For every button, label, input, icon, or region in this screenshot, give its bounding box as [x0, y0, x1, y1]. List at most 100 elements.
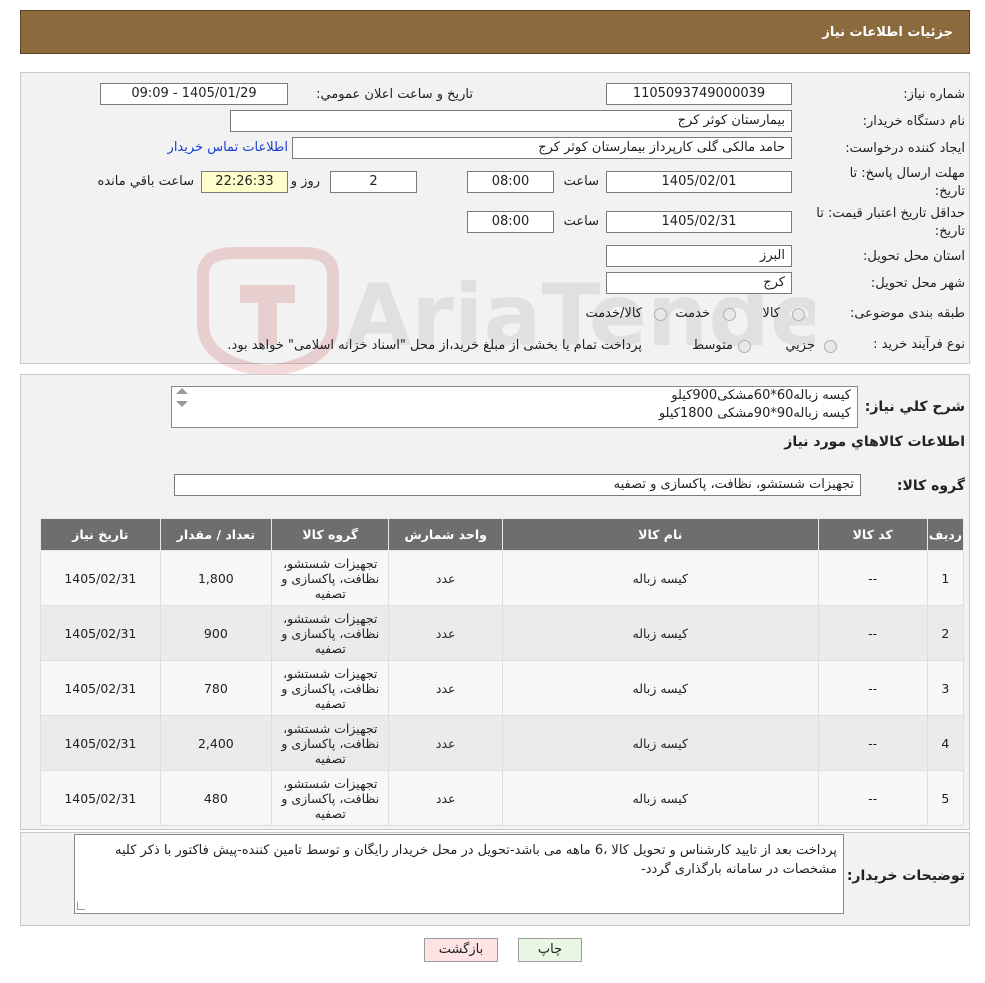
- col-header-code: کد کالا: [817, 518, 928, 551]
- city-label: شهر محل تحويل:: [870, 276, 965, 291]
- cell-idx: 4: [926, 715, 965, 771]
- cell-unit: عدد: [388, 605, 503, 661]
- cell-group: تجهيزات شستشو، نظافت، پاکسازی و تصفيه: [271, 770, 390, 826]
- resize-grip-icon[interactable]: [77, 902, 85, 910]
- cell-group: تجهيزات شستشو، نظافت، پاکسازی و تصفيه: [271, 660, 390, 716]
- table-header-row: رديف کد کالا نام کالا واحد شمارش گروه کا…: [40, 518, 965, 551]
- cell-group: تجهيزات شستشو، نظافت، پاکسازی و تصفيه: [271, 550, 390, 606]
- process-option-medium: متوسط: [692, 338, 733, 353]
- summary-label: شرح کلي نياز:: [864, 399, 965, 415]
- goods-group-field: تجهيزات شستشو، نظافت، پاکسازی و تصفيه: [174, 474, 861, 496]
- table-row: 1 -- کيسه زباله عدد تجهيزات شستشو، نظافت…: [40, 550, 965, 606]
- cell-code: --: [817, 605, 928, 661]
- cell-date: 1405/02/31: [40, 605, 161, 661]
- price-validity-date-field: 1405/02/31: [606, 211, 792, 233]
- announce-datetime-field: 1405/01/29 - 09:09: [100, 83, 288, 105]
- buyer-contact-link[interactable]: اطلاعات تماس خريدار: [168, 140, 288, 155]
- col-header-idx: رديف: [926, 518, 965, 551]
- cell-idx: 1: [926, 550, 965, 606]
- announce-datetime-label: تاريخ و ساعت اعلان عمومي:: [316, 87, 473, 102]
- page-header: جزئيات اطلاعات نياز: [20, 10, 970, 54]
- col-header-date: تاريخ نياز: [40, 518, 161, 551]
- category-radio-goods-service[interactable]: [654, 308, 667, 321]
- category-option-goods: کالا: [762, 306, 780, 321]
- cell-name: کيسه زباله: [501, 770, 819, 826]
- textarea-scroll-down-icon[interactable]: [176, 401, 188, 407]
- requester-label: ايجاد کننده درخواست:: [845, 141, 965, 156]
- table-row: 4 -- کيسه زباله عدد تجهيزات شستشو، نظافت…: [40, 715, 965, 771]
- category-option-goods-service: کالا/خدمت: [585, 306, 642, 321]
- process-radio-medium[interactable]: [738, 340, 751, 353]
- reply-deadline-label-line2: تاريخ:: [934, 184, 965, 199]
- process-option-partial: جزيي: [785, 338, 815, 353]
- cell-idx: 2: [926, 605, 965, 661]
- cell-date: 1405/02/31: [40, 770, 161, 826]
- city-field: کرج: [606, 272, 792, 294]
- goods-group-label: گروه کالا:: [896, 478, 965, 494]
- requester-field: حامد مالکی گلی کارپرداز بیمارستان کوثر ک…: [292, 137, 792, 159]
- category-radio-service[interactable]: [723, 308, 736, 321]
- print-button[interactable]: چاپ: [518, 938, 582, 962]
- items-table: رديف کد کالا نام کالا واحد شمارش گروه کا…: [40, 518, 965, 826]
- col-header-name: نام کالا: [501, 518, 819, 551]
- process-radio-partial[interactable]: [824, 340, 837, 353]
- cell-date: 1405/02/31: [40, 550, 161, 606]
- cell-unit: عدد: [388, 550, 503, 606]
- cell-group: تجهيزات شستشو، نظافت، پاکسازی و تصفيه: [271, 605, 390, 661]
- category-radio-goods[interactable]: [792, 308, 805, 321]
- reply-days-label: روز و: [290, 174, 320, 189]
- buyer-notes-label: توضيحات خريدار:: [846, 868, 965, 884]
- treasury-payment-note: پرداخت تمام يا بخشی از مبلغ خريد،از محل …: [227, 338, 642, 353]
- page-title: جزئيات اطلاعات نياز: [822, 25, 953, 40]
- province-field: البرز: [606, 245, 792, 267]
- price-validity-time-label: ساعت: [563, 214, 599, 229]
- cell-qty: 780: [159, 660, 273, 716]
- cell-idx: 5: [926, 770, 965, 826]
- cell-name: کيسه زباله: [501, 660, 819, 716]
- reply-days-field: 2: [330, 171, 417, 193]
- category-option-service: خدمت: [675, 306, 710, 321]
- reply-deadline-label-line1: مهلت ارسال پاسخ: تا: [849, 166, 965, 181]
- col-header-qty: تعداد / مقدار: [159, 518, 273, 551]
- textarea-scroll-up-icon[interactable]: [176, 388, 188, 394]
- col-header-unit: واحد شمارش: [388, 518, 503, 551]
- need-number-label: شماره نياز:: [903, 87, 965, 102]
- cell-group: تجهيزات شستشو، نظافت، پاکسازی و تصفيه: [271, 715, 390, 771]
- back-button[interactable]: بازگشت: [424, 938, 498, 962]
- table-row: 5 -- کيسه زباله عدد تجهيزات شستشو، نظافت…: [40, 770, 965, 826]
- cell-unit: عدد: [388, 660, 503, 716]
- cell-qty: 480: [159, 770, 273, 826]
- summary-line-2: کيسه زباله90*90مشکی 1800کيلو: [658, 406, 851, 421]
- cell-code: --: [817, 715, 928, 771]
- summary-textarea[interactable]: کيسه زباله60*60مشکی900کيلو کيسه زباله90*…: [171, 386, 858, 428]
- remaining-time-label: ساعت باقي مانده: [97, 174, 194, 189]
- cell-idx: 3: [926, 660, 965, 716]
- table-row: 2 -- کيسه زباله عدد تجهيزات شستشو، نظافت…: [40, 605, 965, 661]
- cell-date: 1405/02/31: [40, 660, 161, 716]
- category-label: طبقه بندی موضوعی:: [849, 306, 965, 321]
- reply-deadline-date-field: 1405/02/01: [606, 171, 792, 193]
- col-header-group: گروه کالا: [271, 518, 390, 551]
- cell-code: --: [817, 550, 928, 606]
- goods-info-title: اطلاعات کالاهاي مورد نياز: [784, 434, 965, 450]
- province-label: استان محل تحويل:: [863, 249, 965, 264]
- price-validity-label-line2: تاريخ:: [934, 224, 965, 239]
- cell-qty: 2,400: [159, 715, 273, 771]
- buyer-org-field: بيمارستان کوثر کرج: [230, 110, 792, 132]
- reply-deadline-time-field: 08:00: [467, 171, 554, 193]
- need-number-field: 1105093749000039: [606, 83, 792, 105]
- remaining-time-field: 22:26:33: [201, 171, 288, 193]
- price-validity-label-line1: حداقل تاريخ اعتبار قيمت: تا: [816, 206, 965, 221]
- reply-deadline-time-label: ساعت: [563, 174, 599, 189]
- price-validity-time-field: 08:00: [467, 211, 554, 233]
- cell-name: کيسه زباله: [501, 550, 819, 606]
- cell-name: کيسه زباله: [501, 715, 819, 771]
- cell-unit: عدد: [388, 715, 503, 771]
- cell-code: --: [817, 660, 928, 716]
- cell-unit: عدد: [388, 770, 503, 826]
- buyer-notes-textarea[interactable]: پرداخت بعد از تایید کارشناس و تحویل کالا…: [74, 834, 844, 914]
- summary-line-1: کيسه زباله60*60مشکی900کيلو: [671, 388, 851, 403]
- cell-date: 1405/02/31: [40, 715, 161, 771]
- table-row: 3 -- کيسه زباله عدد تجهيزات شستشو، نظافت…: [40, 660, 965, 716]
- cell-qty: 1,800: [159, 550, 273, 606]
